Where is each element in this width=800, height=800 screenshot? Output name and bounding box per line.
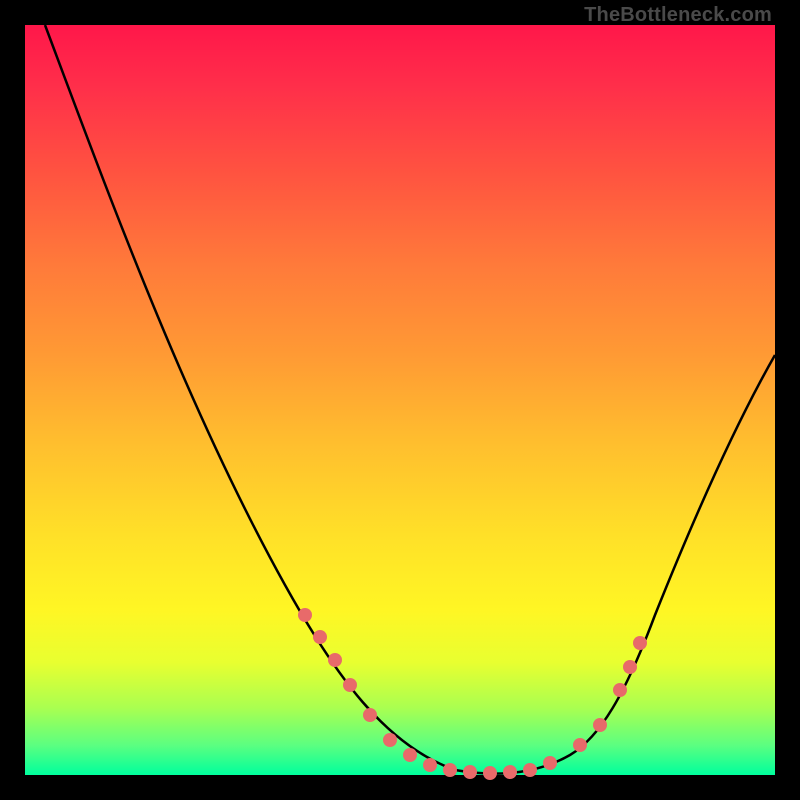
chart-marker — [383, 733, 397, 747]
curve-svg — [25, 25, 775, 775]
chart-marker — [328, 653, 342, 667]
watermark-text: TheBottleneck.com — [584, 4, 772, 27]
chart-marker — [483, 766, 497, 780]
plot-area — [25, 25, 775, 775]
chart-marker — [573, 738, 587, 752]
chart-frame: TheBottleneck.com — [0, 0, 800, 800]
chart-marker — [363, 708, 377, 722]
chart-marker — [623, 660, 637, 674]
chart-marker — [633, 636, 647, 650]
chart-marker — [443, 763, 457, 777]
chart-marker — [343, 678, 357, 692]
chart-marker — [463, 765, 477, 779]
bottleneck-curve — [45, 25, 775, 774]
chart-marker — [543, 756, 557, 770]
chart-marker — [313, 630, 327, 644]
chart-marker — [523, 763, 537, 777]
chart-marker — [403, 748, 417, 762]
chart-marker — [503, 765, 517, 779]
marker-group — [298, 608, 647, 780]
chart-marker — [298, 608, 312, 622]
chart-marker — [593, 718, 607, 732]
chart-marker — [423, 758, 437, 772]
chart-marker — [613, 683, 627, 697]
